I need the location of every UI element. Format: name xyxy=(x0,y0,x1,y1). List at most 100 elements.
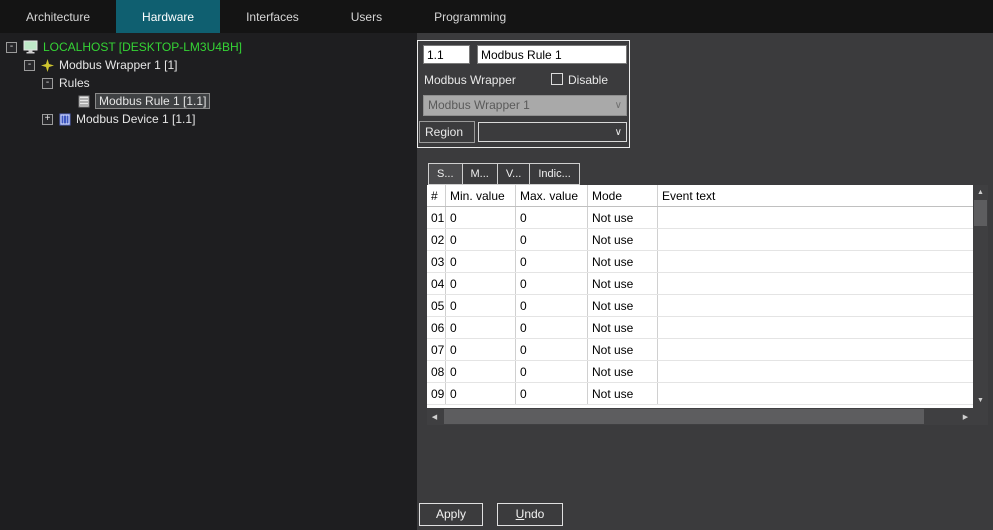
cell-num[interactable]: 03 xyxy=(427,251,446,272)
apply-button[interactable]: Apply xyxy=(419,503,483,526)
table-row[interactable]: 0300Not use xyxy=(427,251,973,273)
cell-num[interactable]: 08 xyxy=(427,361,446,382)
column-header-mode[interactable]: Mode xyxy=(588,185,658,206)
chevron-down-icon: ∨ xyxy=(615,96,622,115)
cell-mode[interactable]: Not use xyxy=(588,339,658,360)
detail-tab-s[interactable]: S... xyxy=(428,163,463,185)
cell-min[interactable]: 0 xyxy=(446,207,516,228)
modbus-wrapper-dropdown[interactable]: Modbus Wrapper 1 ∨ xyxy=(423,95,627,116)
tree-item-modbus-device[interactable]: + Modbus Device 1 [1.1] xyxy=(42,110,195,128)
cell-event[interactable] xyxy=(658,339,973,360)
cell-max[interactable]: 0 xyxy=(516,251,588,272)
cell-event[interactable] xyxy=(658,273,973,294)
table-row[interactable]: 0600Not use xyxy=(427,317,973,339)
tree-item-localhost[interactable]: - LOCALHOST [DESKTOP-LM3U4BH] xyxy=(6,38,242,56)
tree-item-modbus-rule[interactable]: Modbus Rule 1 [1.1] xyxy=(78,92,210,110)
cell-max[interactable]: 0 xyxy=(516,295,588,316)
column-header-max-value[interactable]: Max. value xyxy=(516,185,588,206)
cell-min[interactable]: 0 xyxy=(446,295,516,316)
cell-max[interactable]: 0 xyxy=(516,361,588,382)
rule-name-field[interactable] xyxy=(477,45,627,64)
cell-mode[interactable]: Not use xyxy=(588,251,658,272)
vertical-scroll-thumb[interactable] xyxy=(974,200,987,226)
top-navigation: Architecture Hardware Interfaces Users P… xyxy=(0,0,993,33)
disable-checkbox[interactable] xyxy=(551,73,563,85)
cell-num[interactable]: 06 xyxy=(427,317,446,338)
cell-min[interactable]: 0 xyxy=(446,383,516,404)
cell-event[interactable] xyxy=(658,229,973,250)
cell-min[interactable]: 0 xyxy=(446,339,516,360)
cell-mode[interactable]: Not use xyxy=(588,295,658,316)
cell-mode[interactable]: Not use xyxy=(588,317,658,338)
column-header-event-text[interactable]: Event text xyxy=(658,185,973,206)
column-header-num[interactable]: # xyxy=(427,185,446,206)
properties-panel: Modbus Wrapper Disable Modbus Wrapper 1 … xyxy=(417,33,993,530)
tab-interfaces[interactable]: Interfaces xyxy=(220,0,325,33)
expand-icon[interactable]: + xyxy=(42,114,53,125)
cell-num[interactable]: 07 xyxy=(427,339,446,360)
cell-min[interactable]: 0 xyxy=(446,251,516,272)
table-row[interactable]: 0200Not use xyxy=(427,229,973,251)
table-row[interactable]: 0400Not use xyxy=(427,273,973,295)
table-row[interactable]: 0700Not use xyxy=(427,339,973,361)
cell-event[interactable] xyxy=(658,295,973,316)
cell-mode[interactable]: Not use xyxy=(588,273,658,294)
region-dropdown[interactable]: ∨ xyxy=(478,122,627,142)
cell-num[interactable]: 04 xyxy=(427,273,446,294)
table-row[interactable]: 0100Not use xyxy=(427,207,973,229)
cell-min[interactable]: 0 xyxy=(446,273,516,294)
tab-architecture[interactable]: Architecture xyxy=(0,0,116,33)
cell-mode[interactable]: Not use xyxy=(588,383,658,404)
detail-tab-v[interactable]: V... xyxy=(497,163,531,185)
cell-min[interactable]: 0 xyxy=(446,317,516,338)
undo-button[interactable]: Undo xyxy=(497,503,563,526)
tab-hardware[interactable]: Hardware xyxy=(116,0,220,33)
horizontal-scroll-track[interactable] xyxy=(442,408,958,425)
vertical-scroll-track[interactable] xyxy=(973,200,988,393)
horizontal-scrollbar[interactable]: ◀ ▶ xyxy=(427,408,973,425)
cell-event[interactable] xyxy=(658,207,973,228)
cell-event[interactable] xyxy=(658,383,973,404)
cell-num[interactable]: 05 xyxy=(427,295,446,316)
cell-mode[interactable]: Not use xyxy=(588,361,658,382)
cell-mode[interactable]: Not use xyxy=(588,207,658,228)
table-row[interactable]: 0900Not use xyxy=(427,383,973,405)
cell-mode[interactable]: Not use xyxy=(588,229,658,250)
scroll-right-icon[interactable]: ▶ xyxy=(958,408,973,425)
cell-max[interactable]: 0 xyxy=(516,383,588,404)
detail-tab-m[interactable]: M... xyxy=(462,163,498,185)
tab-users[interactable]: Users xyxy=(325,0,408,33)
disable-label: Disable xyxy=(568,73,608,87)
cell-max[interactable]: 0 xyxy=(516,339,588,360)
cell-min[interactable]: 0 xyxy=(446,361,516,382)
cell-max[interactable]: 0 xyxy=(516,229,588,250)
scrollbar-corner xyxy=(973,408,988,425)
rule-id-field[interactable] xyxy=(423,45,470,64)
cell-num[interactable]: 09 xyxy=(427,383,446,404)
scroll-down-icon[interactable]: ▼ xyxy=(973,393,988,408)
horizontal-scroll-thumb[interactable] xyxy=(444,409,924,424)
cell-max[interactable]: 0 xyxy=(516,273,588,294)
cell-event[interactable] xyxy=(658,251,973,272)
vertical-scrollbar[interactable]: ▲ ▼ xyxy=(973,185,988,408)
scroll-up-icon[interactable]: ▲ xyxy=(973,185,988,200)
collapse-icon[interactable]: - xyxy=(6,42,17,53)
tab-programming[interactable]: Programming xyxy=(408,0,532,33)
cell-max[interactable]: 0 xyxy=(516,207,588,228)
modbus-wrapper-label: Modbus Wrapper xyxy=(424,73,516,87)
table-row[interactable]: 0800Not use xyxy=(427,361,973,383)
tree-item-modbus-wrapper[interactable]: - Modbus Wrapper 1 [1] xyxy=(24,56,178,74)
cell-min[interactable]: 0 xyxy=(446,229,516,250)
column-header-min-value[interactable]: Min. value xyxy=(446,185,516,206)
cell-num[interactable]: 01 xyxy=(427,207,446,228)
cell-num[interactable]: 02 xyxy=(427,229,446,250)
collapse-icon[interactable]: - xyxy=(42,78,53,89)
cell-max[interactable]: 0 xyxy=(516,317,588,338)
cell-event[interactable] xyxy=(658,317,973,338)
tree-item-rules[interactable]: - Rules xyxy=(42,74,90,92)
scroll-left-icon[interactable]: ◀ xyxy=(427,408,442,425)
detail-tab-indic[interactable]: Indic... xyxy=(529,163,579,185)
table-row[interactable]: 0500Not use xyxy=(427,295,973,317)
collapse-icon[interactable]: - xyxy=(24,60,35,71)
cell-event[interactable] xyxy=(658,361,973,382)
